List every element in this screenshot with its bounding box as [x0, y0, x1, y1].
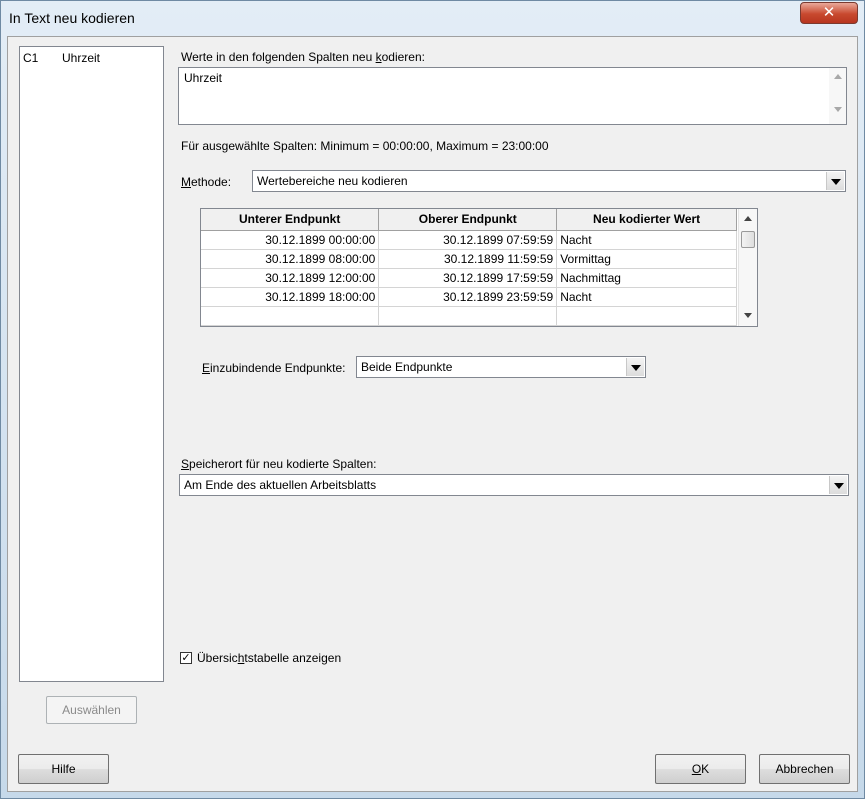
- endpoints-label: Einzubindende Endpunkte:: [202, 361, 346, 375]
- title-bar[interactable]: In Text neu kodieren ✕: [1, 1, 864, 35]
- min-max-info: Für ausgewählte Spalten: Minimum = 00:00…: [181, 139, 549, 153]
- table-row[interactable]: 30.12.1899 00:00:00 30.12.1899 07:59:59 …: [201, 230, 737, 250]
- endpoints-dropdown[interactable]: Beide Endpunkte: [356, 356, 646, 378]
- chevron-down-icon: [834, 483, 844, 489]
- scroll-up-icon[interactable]: [834, 74, 842, 79]
- table-cell[interactable]: Vormittag: [556, 249, 737, 269]
- table-header-row: Unterer Endpunkt Oberer Endpunkt Neu kod…: [201, 209, 737, 231]
- table-row[interactable]: 30.12.1899 18:00:00 30.12.1899 23:59:59 …: [201, 287, 737, 307]
- dropdown-button[interactable]: [826, 172, 844, 190]
- table-cell[interactable]: 30.12.1899 08:00:00: [201, 249, 380, 269]
- dropdown-button[interactable]: [626, 358, 644, 376]
- header-upper-endpoint: Oberer Endpunkt: [378, 209, 558, 231]
- dialog-window: In Text neu kodieren ✕ C1 Uhrzeit Auswäh…: [0, 0, 865, 799]
- chevron-down-icon: [631, 365, 641, 371]
- dropdown-button[interactable]: [829, 476, 847, 494]
- endpoints-value: Beide Endpunkte: [361, 360, 453, 374]
- scroll-up-icon[interactable]: [744, 216, 752, 221]
- close-button[interactable]: ✕: [800, 2, 858, 24]
- table-cell[interactable]: 30.12.1899 00:00:00: [201, 230, 380, 250]
- storage-label: Speicherort für neu kodierte Spalten:: [181, 457, 377, 471]
- table-cell[interactable]: 30.12.1899 23:59:59: [378, 287, 558, 307]
- table-cell[interactable]: [556, 306, 737, 326]
- textarea-scrollbar[interactable]: [829, 68, 846, 124]
- table-cell[interactable]: [201, 306, 380, 326]
- table-cell[interactable]: Nacht: [556, 230, 737, 250]
- table-cell[interactable]: 30.12.1899 12:00:00: [201, 268, 380, 288]
- cancel-button[interactable]: Abbrechen: [759, 754, 850, 784]
- table-scrollbar[interactable]: [738, 209, 757, 326]
- table-row[interactable]: 30.12.1899 12:00:00 30.12.1899 17:59:59 …: [201, 268, 737, 288]
- table-cell[interactable]: 30.12.1899 18:00:00: [201, 287, 380, 307]
- select-button[interactable]: Auswählen: [46, 696, 137, 724]
- dialog-body: C1 Uhrzeit Auswählen Werte in den folgen…: [7, 36, 858, 792]
- table-cell[interactable]: 30.12.1899 07:59:59: [378, 230, 558, 250]
- table-row[interactable]: [201, 306, 737, 326]
- recode-columns-input[interactable]: Uhrzeit: [178, 67, 847, 125]
- window-title: In Text neu kodieren: [9, 10, 135, 26]
- column-name: Uhrzeit: [62, 51, 101, 65]
- table-cell[interactable]: 30.12.1899 17:59:59: [378, 268, 558, 288]
- table-row[interactable]: 30.12.1899 08:00:00 30.12.1899 11:59:59 …: [201, 249, 737, 269]
- column-list[interactable]: C1 Uhrzeit: [19, 46, 164, 682]
- column-id: C1: [23, 51, 39, 65]
- storage-dropdown[interactable]: Am Ende des aktuellen Arbeitsblatts: [179, 474, 849, 496]
- method-dropdown[interactable]: Wertebereiche neu kodieren: [252, 170, 846, 192]
- table-cell[interactable]: Nacht: [556, 287, 737, 307]
- recode-columns-value: Uhrzeit: [184, 71, 223, 85]
- summary-checkbox[interactable]: ✓: [180, 652, 192, 664]
- header-lower-endpoint: Unterer Endpunkt: [201, 209, 380, 231]
- scroll-down-icon[interactable]: [744, 313, 752, 318]
- method-value: Wertebereiche neu kodieren: [257, 174, 408, 188]
- storage-value: Am Ende des aktuellen Arbeitsblatts: [184, 478, 377, 492]
- list-item[interactable]: C1 Uhrzeit: [23, 51, 160, 67]
- recode-columns-label: Werte in den folgenden Spalten neu kodie…: [181, 50, 425, 64]
- scroll-thumb[interactable]: [741, 231, 755, 248]
- table-cell[interactable]: 30.12.1899 11:59:59: [378, 249, 558, 269]
- table-cell[interactable]: Nachmittag: [556, 268, 737, 288]
- chevron-down-icon: [831, 179, 841, 185]
- table-cell[interactable]: [378, 306, 558, 326]
- recode-table[interactable]: Unterer Endpunkt Oberer Endpunkt Neu kod…: [200, 208, 758, 327]
- ok-button[interactable]: OK: [655, 754, 746, 784]
- method-label: Methode:: [181, 175, 232, 189]
- scroll-down-icon[interactable]: [834, 107, 842, 112]
- summary-checkbox-label[interactable]: Übersichtstabelle anzeigen: [197, 651, 341, 665]
- help-button[interactable]: Hilfe: [18, 754, 109, 784]
- header-recoded-value: Neu kodierter Wert: [556, 209, 737, 231]
